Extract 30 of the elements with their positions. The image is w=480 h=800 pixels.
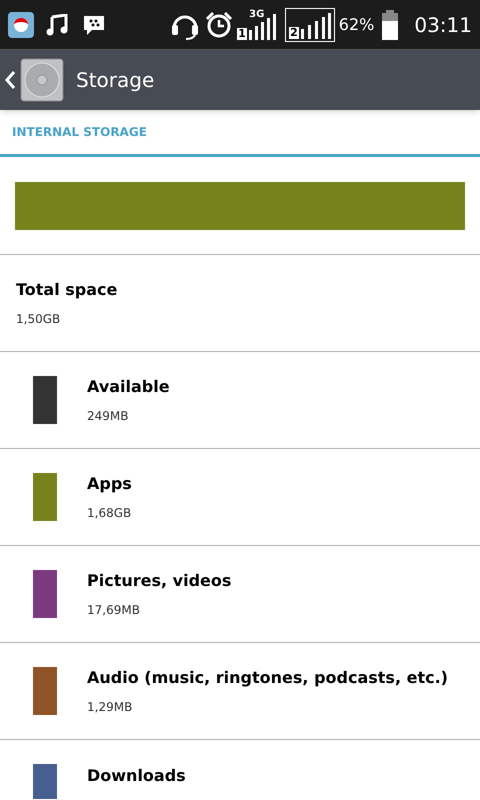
alarm-clock-icon [205,10,234,38]
battery-percentage: 62% [338,14,374,36]
storage-category-row[interactable]: Available 249MB [0,352,480,449]
music-note-icon [46,14,70,36]
storage-category-row[interactable]: Pictures, videos 17,69MB [0,546,480,643]
hard-drive-icon [20,58,64,102]
category-label: Audio (music, ringtones, podcasts, etc.) [87,667,448,689]
clock-time: 03:11 [414,12,472,38]
screen-title: Storage [76,67,154,94]
category-size: 249MB [87,408,130,425]
storage-category-row[interactable]: Audio (music, ringtones, podcasts, etc.) 1,29MB [0,643,480,740]
category-label: Pictures, videos [87,570,232,592]
signal-bars-icon [300,12,331,38]
category-label: Apps [87,473,132,495]
category-label: Downloads [87,765,186,787]
sim-number: 1 [237,28,247,40]
category-label: Available [87,376,170,398]
battery-icon [382,10,398,40]
back-chevron-icon [4,70,16,90]
total-space-label: Total space [16,279,118,301]
section-header: INTERNAL STORAGE [12,124,147,141]
category-size: 17,69MB [87,602,141,619]
sim-number: 2 [289,26,299,38]
total-space-value: 1,50GB [16,311,62,328]
storage-category-row[interactable]: Downloads [0,740,480,799]
category-size: 1,29MB [87,699,134,716]
category-size: 1,68GB [87,505,132,522]
storage-category-row[interactable]: Apps 1,68GB [0,449,480,546]
game-app-icon [8,12,34,38]
network-type: 3G [249,8,264,22]
